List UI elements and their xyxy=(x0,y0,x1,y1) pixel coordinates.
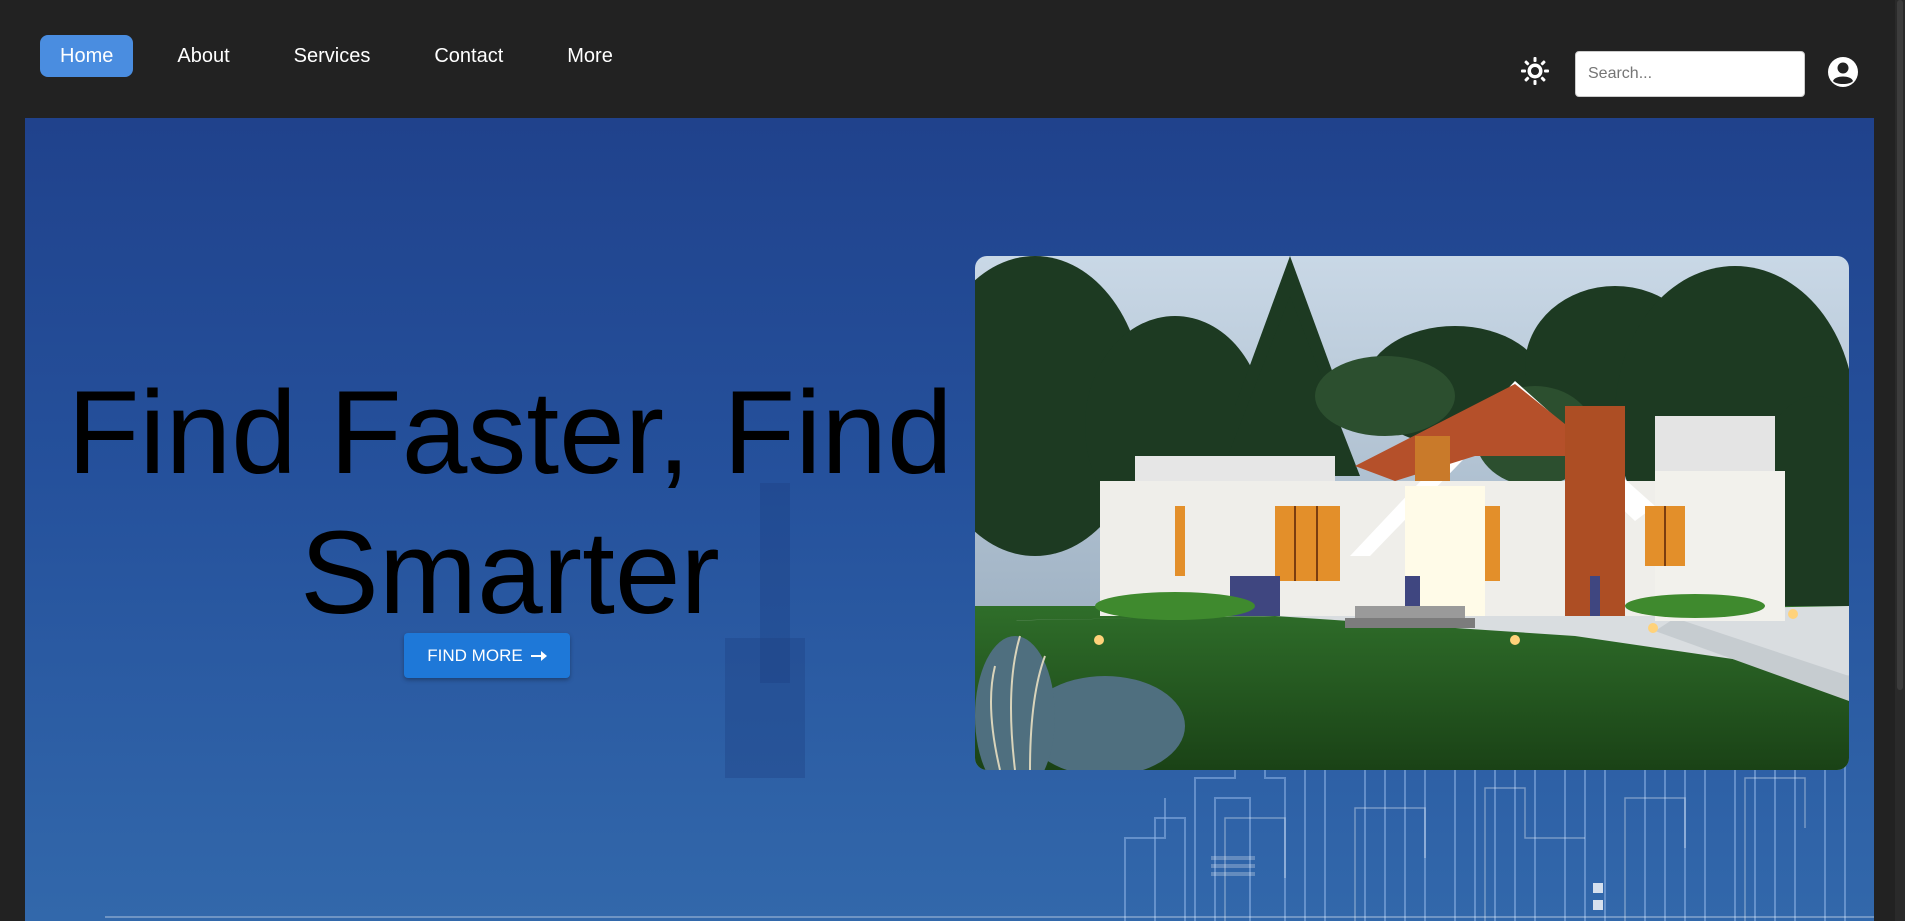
find-more-button[interactable]: FIND MORE xyxy=(404,633,570,678)
theme-toggle-button[interactable] xyxy=(1518,54,1552,88)
find-more-button-label: FIND MORE xyxy=(427,645,523,665)
nav-item-contact[interactable]: Contact xyxy=(414,35,523,77)
house-photo xyxy=(975,256,1849,770)
sun-icon xyxy=(1521,57,1549,85)
hero-title: Find Faster, Find Smarter xyxy=(67,367,953,639)
search-input[interactable] xyxy=(1575,51,1805,97)
nav-item-about[interactable]: About xyxy=(157,35,249,77)
top-navbar: Home About Services Contact More xyxy=(0,0,1905,117)
nav-item-more[interactable]: More xyxy=(547,35,633,77)
nav-links: Home About Services Contact More xyxy=(40,35,657,77)
nav-item-services[interactable]: Services xyxy=(274,35,391,77)
user-circle-icon[interactable] xyxy=(1826,55,1860,89)
scrollbar-thumb[interactable] xyxy=(1897,0,1903,690)
nav-item-home[interactable]: Home xyxy=(40,35,134,77)
arrow-right-icon xyxy=(530,650,547,661)
hero-section: Find Faster, Find Smarter FIND MORE xyxy=(25,118,1874,921)
page: Home About Services Contact More Search.… xyxy=(0,0,1905,921)
